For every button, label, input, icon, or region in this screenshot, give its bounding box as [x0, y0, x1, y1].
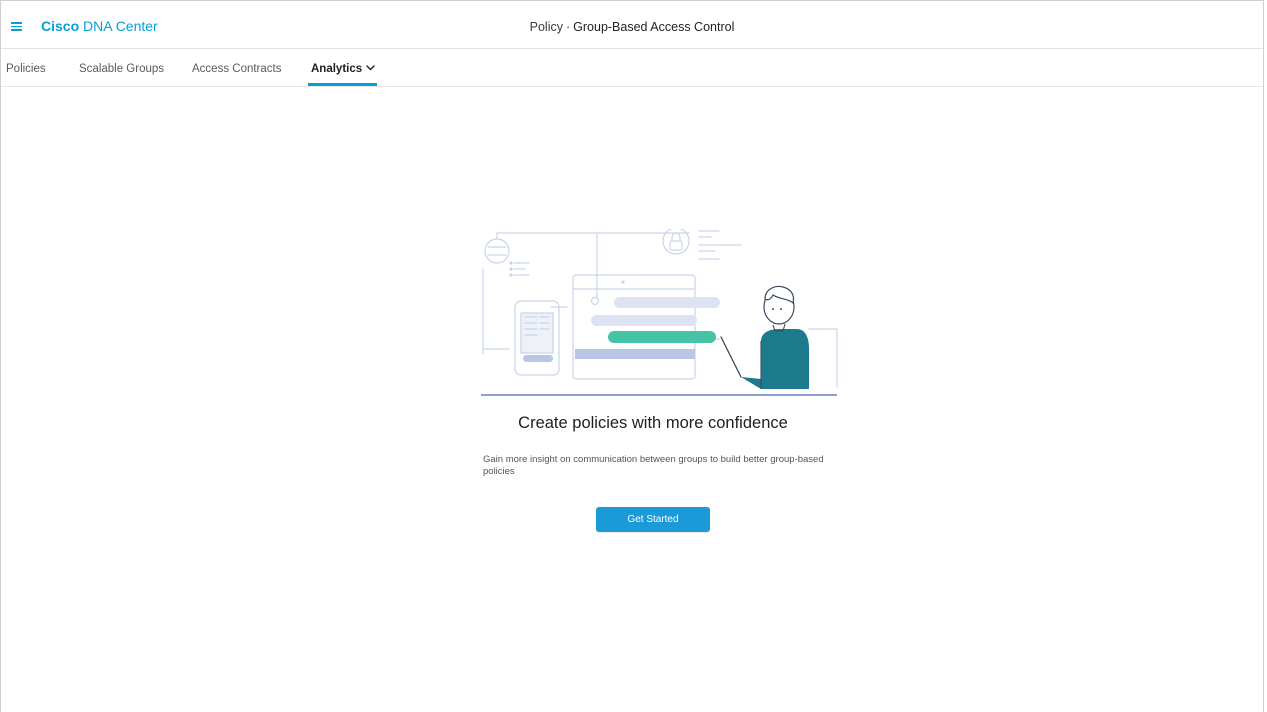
tab-bar: Policies Scalable Groups Access Contract…: [1, 49, 1263, 87]
tab-access-contracts[interactable]: Access Contracts: [192, 62, 281, 76]
tab-analytics[interactable]: Analytics: [311, 62, 375, 76]
tab-label: Scalable Groups: [79, 63, 165, 75]
active-tab-indicator: [308, 83, 377, 86]
chevron-down-icon[interactable]: [366, 61, 375, 75]
person-pointing-at-policy-dashboard-illustration: [481, 229, 838, 396]
page-title-separator: ·: [565, 20, 571, 34]
tab-label: Analytics: [311, 63, 363, 75]
page-title: Policy · Group-Based Access Control: [1, 20, 1263, 34]
empty-state-description: Gain more insight on communication betwe…: [483, 454, 824, 477]
tab-scalable-groups[interactable]: Scalable Groups: [79, 62, 164, 76]
empty-state-heading: Create policies with more confidence: [518, 414, 788, 432]
get-started-button[interactable]: Get Started: [596, 507, 710, 532]
page-title-prefix: Policy: [529, 20, 563, 34]
tab-label: Access Contracts: [192, 63, 282, 75]
top-header: Cisco DNA Center Policy · Group-Based Acce…: [1, 1, 1263, 49]
page-title-main: Group-Based Access Control: [573, 20, 735, 34]
tab-label: Policies: [6, 63, 46, 75]
app-window: Cisco DNA Center Policy · Group-Based Acce…: [0, 0, 1264, 712]
tab-policies[interactable]: Policies: [6, 62, 46, 76]
